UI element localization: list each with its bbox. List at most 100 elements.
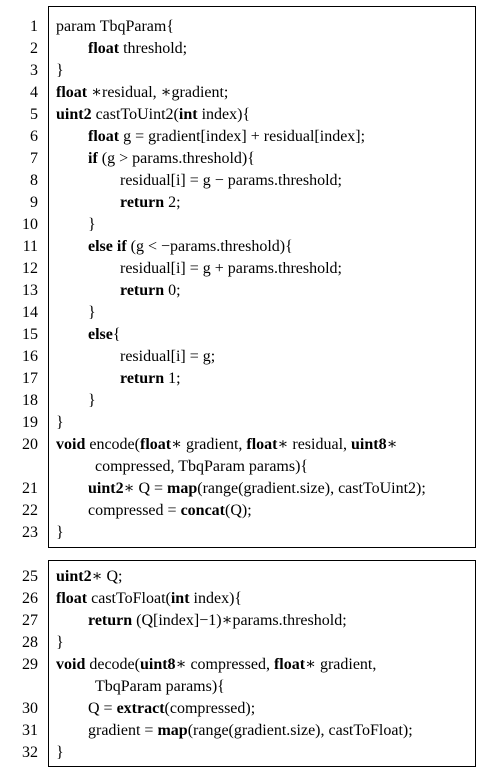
line-number: 19 bbox=[22, 414, 38, 431]
code-keyword: int bbox=[170, 590, 190, 607]
line-number: 9 bbox=[30, 194, 38, 211]
code-line: } bbox=[56, 522, 64, 544]
line-number: 23 bbox=[22, 524, 38, 541]
code-keyword: else if bbox=[88, 238, 127, 255]
code-line: } bbox=[56, 412, 64, 434]
line-number: 30 bbox=[22, 700, 38, 717]
code-keyword: uint2 bbox=[56, 106, 92, 123]
line-number: 1 bbox=[30, 18, 38, 35]
code-line: param TbqParam{ bbox=[56, 16, 174, 38]
code-text: residual[i] = g + params.threshold; bbox=[120, 260, 342, 277]
code-keyword: return bbox=[120, 370, 165, 387]
code-keyword: return bbox=[88, 612, 133, 629]
code-text: } bbox=[56, 414, 64, 431]
code-line: residual[i] = g − params.threshold; bbox=[120, 170, 342, 192]
code-text: } bbox=[56, 744, 64, 761]
code-line: } bbox=[56, 742, 64, 764]
line-number: 6 bbox=[30, 128, 38, 145]
code-text: { bbox=[112, 326, 121, 343]
code-line: } bbox=[88, 390, 96, 412]
code-line: gradient = map(range(gradient.size), cas… bbox=[88, 720, 413, 742]
code-text: (g < −params.threshold){ bbox=[126, 238, 293, 255]
code-line: residual[i] = g; bbox=[120, 346, 215, 368]
code-keyword: return bbox=[120, 194, 165, 211]
code-line: float g = gradient[index] + residual[ind… bbox=[88, 126, 365, 148]
code-line: float castToFloat(int index){ bbox=[56, 588, 242, 610]
code-text: } bbox=[88, 392, 96, 409]
code-line: residual[i] = g + params.threshold; bbox=[120, 258, 342, 280]
line-number: 16 bbox=[22, 348, 38, 365]
code-text: compressed, TbqParam params){ bbox=[95, 458, 309, 475]
code-line: else{ bbox=[88, 324, 121, 346]
code-text: ∗ bbox=[386, 436, 398, 453]
code-text: castToFloat( bbox=[87, 590, 171, 607]
code-text: } bbox=[56, 62, 64, 79]
code-text: ∗ gradient, bbox=[171, 436, 247, 453]
code-text: decode( bbox=[85, 656, 140, 673]
code-keyword: uint8 bbox=[139, 656, 176, 673]
code-keyword: return bbox=[120, 282, 165, 299]
code-text: Q = bbox=[88, 700, 117, 717]
line-number: 25 bbox=[22, 568, 38, 585]
code-keyword: float bbox=[88, 128, 120, 145]
code-text: castToUint2( bbox=[91, 106, 179, 123]
code-line: uint2 castToUint2(int index){ bbox=[56, 104, 250, 126]
line-number: 10 bbox=[22, 216, 38, 233]
code-text: } bbox=[56, 524, 64, 541]
code-text: (range(gradient.size), castToFloat); bbox=[187, 722, 413, 739]
code-line: float threshold; bbox=[88, 38, 187, 60]
line-number: 21 bbox=[22, 480, 38, 497]
code-keyword: extract bbox=[116, 700, 165, 717]
line-number: 15 bbox=[22, 326, 38, 343]
code-keyword: map bbox=[167, 480, 198, 497]
code-keyword: float bbox=[273, 656, 306, 673]
code-keyword: uint8 bbox=[351, 436, 387, 453]
code-text: } bbox=[88, 304, 96, 321]
code-text: residual[i] = g − params.threshold; bbox=[120, 172, 342, 189]
code-text: } bbox=[88, 216, 96, 233]
code-text: (Q[index]−1)∗params.threshold; bbox=[132, 612, 347, 629]
code-line: return 2; bbox=[120, 192, 181, 214]
code-line: if (g > params.threshold){ bbox=[88, 148, 255, 170]
code-line: TbqParam params){ bbox=[95, 676, 225, 698]
code-text: ∗ gradient, bbox=[305, 656, 377, 673]
code-line: return 0; bbox=[120, 280, 181, 302]
code-keyword: float bbox=[88, 40, 120, 57]
line-number: 20 bbox=[22, 436, 38, 453]
code-text: index){ bbox=[197, 106, 251, 123]
line-number: 4 bbox=[30, 84, 38, 101]
code-text: g = gradient[index] + residual[index]; bbox=[119, 128, 366, 145]
code-line: } bbox=[88, 302, 96, 324]
line-number: 12 bbox=[22, 260, 38, 277]
line-number: 13 bbox=[22, 282, 38, 299]
code-text: 2; bbox=[164, 194, 181, 211]
line-number: 8 bbox=[30, 172, 38, 189]
code-text: TbqParam params){ bbox=[95, 678, 225, 695]
code-text: (range(gradient.size), castToUint2); bbox=[197, 480, 426, 497]
code-text: ∗ residual, bbox=[277, 436, 352, 453]
code-text: gradient = bbox=[88, 722, 158, 739]
code-text: compressed = bbox=[88, 502, 181, 519]
code-line: uint2∗ Q = map(range(gradient.size), cas… bbox=[88, 478, 426, 500]
code-line: compressed, TbqParam params){ bbox=[95, 456, 308, 478]
code-line: return (Q[index]−1)∗params.threshold; bbox=[88, 610, 347, 632]
line-number: 29 bbox=[22, 656, 38, 673]
code-line: else if (g < −params.threshold){ bbox=[88, 236, 293, 258]
code-line: } bbox=[56, 632, 64, 654]
code-keyword: void bbox=[56, 436, 86, 453]
code-text: encode( bbox=[85, 436, 140, 453]
line-number: 26 bbox=[22, 590, 38, 607]
code-keyword: if bbox=[88, 150, 98, 167]
code-text: index){ bbox=[189, 590, 243, 607]
line-number: 2 bbox=[30, 40, 38, 57]
code-line: compressed = concat(Q); bbox=[88, 500, 252, 522]
code-text: (compressed); bbox=[164, 700, 256, 717]
code-text: threshold; bbox=[119, 40, 188, 57]
line-number: 5 bbox=[30, 106, 38, 123]
code-keyword: float bbox=[139, 436, 172, 453]
code-line: } bbox=[56, 60, 64, 82]
code-text: ∗ compressed, bbox=[175, 656, 274, 673]
line-number: 27 bbox=[22, 612, 38, 629]
code-keyword: float bbox=[56, 84, 88, 101]
code-text: (Q); bbox=[225, 502, 252, 519]
